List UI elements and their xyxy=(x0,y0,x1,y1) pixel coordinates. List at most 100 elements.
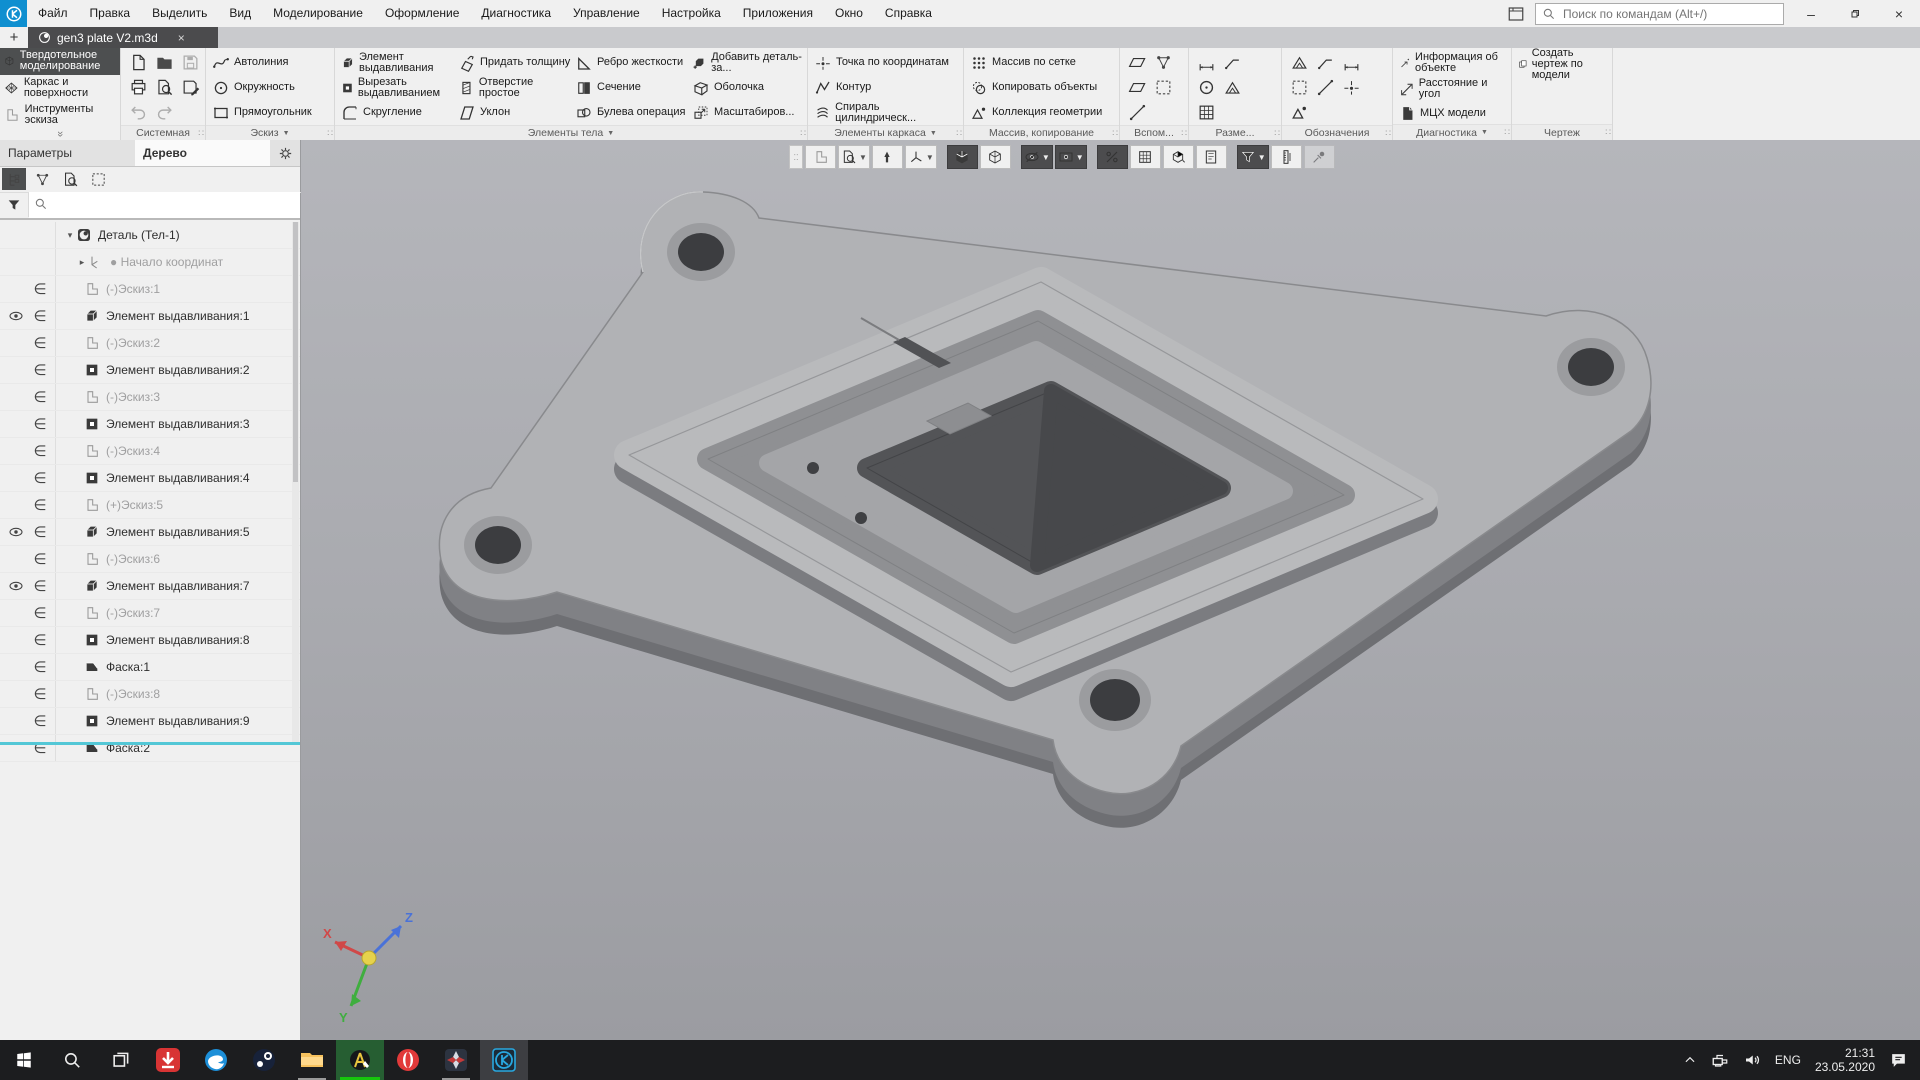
menu-view[interactable]: Вид xyxy=(218,0,262,27)
tree-view-sequence-button[interactable] xyxy=(30,168,54,190)
tool-autoline[interactable]: Автолиния xyxy=(210,50,314,75)
tool-object-info[interactable]: Информация об объекте xyxy=(1397,50,1507,76)
tool-rib[interactable]: Ребро жесткости xyxy=(573,50,690,75)
edge-browser-icon[interactable] xyxy=(192,1040,240,1080)
orientation-button[interactable] xyxy=(872,145,903,169)
measure-button[interactable] xyxy=(1271,145,1302,169)
notation-tolerance-icon[interactable] xyxy=(1290,78,1309,97)
start-button[interactable] xyxy=(0,1040,48,1080)
tool-simple-hole[interactable]: Отверстие простое xyxy=(456,75,573,100)
tab-tree[interactable]: Дерево xyxy=(135,140,270,166)
menu-window[interactable]: Окно xyxy=(824,0,874,27)
tool-cut-extrude[interactable]: Вырезать выдавливанием xyxy=(339,75,456,100)
aux-axis-icon[interactable] xyxy=(1128,103,1147,122)
minimize-button[interactable]: – xyxy=(1794,1,1828,26)
tray-chevron-icon[interactable] xyxy=(1683,1053,1697,1067)
taskbar-clock[interactable]: 21:31 23.05.2020 xyxy=(1815,1046,1875,1074)
save-icon[interactable] xyxy=(181,53,200,72)
tab-close-icon[interactable]: × xyxy=(178,31,185,45)
dim-grid-icon[interactable] xyxy=(1197,103,1216,122)
file-explorer-icon[interactable] xyxy=(288,1040,336,1080)
tree-item-extrude8[interactable]: ∈Элемент выдавливания:8 xyxy=(0,627,300,654)
new-tab-button[interactable]: + xyxy=(0,27,28,48)
cad-utility-app-icon[interactable] xyxy=(432,1040,480,1080)
tree-item-sketch4[interactable]: ∈(-)Эскиз:4 xyxy=(0,438,300,465)
tree-item-extrude5[interactable]: ∈Элемент выдавливания:5 xyxy=(0,519,300,546)
dim-angular-icon[interactable] xyxy=(1223,78,1242,97)
new-document-icon[interactable] xyxy=(129,53,148,72)
sheet-view-button[interactable] xyxy=(1196,145,1227,169)
tree-item-extrude4[interactable]: ∈Элемент выдавливания:4 xyxy=(0,465,300,492)
document-tab[interactable]: gen3 plate V2.m3d × xyxy=(28,27,218,48)
tree-item-sketch8[interactable]: ∈(-)Эскиз:8 xyxy=(0,681,300,708)
preview-icon[interactable] xyxy=(155,78,174,97)
task-view-button[interactable] xyxy=(96,1040,144,1080)
notation-mark-icon[interactable] xyxy=(1316,78,1335,97)
taskbar-search-button[interactable] xyxy=(48,1040,96,1080)
tree-item-sketch2[interactable]: ∈(-)Эскиз:2 xyxy=(0,330,300,357)
print-icon[interactable] xyxy=(129,78,148,97)
menu-help[interactable]: Справка xyxy=(874,0,943,27)
tree-search-input[interactable] xyxy=(29,192,300,218)
model-viewport[interactable]: ⁚⁚ ▼ ▼ ▼ ▼ ▼ xyxy=(301,140,1920,1040)
tool-grid-array[interactable]: Массив по сетке xyxy=(968,50,1104,75)
maximize-button[interactable] xyxy=(1838,1,1872,26)
notation-cone-icon[interactable] xyxy=(1290,103,1309,122)
menu-diagnostics[interactable]: Диагностика xyxy=(470,0,562,27)
eyedropper-button[interactable] xyxy=(1304,145,1335,169)
tree-item-extrude7[interactable]: ∈Элемент выдавливания:7 xyxy=(0,573,300,600)
app-logo-icon[interactable] xyxy=(0,0,27,27)
aux-local-system-icon[interactable] xyxy=(1154,53,1173,72)
tool-boolean[interactable]: Булева операция xyxy=(573,100,690,125)
menu-select[interactable]: Выделить xyxy=(141,0,218,27)
language-indicator[interactable]: ENG xyxy=(1775,1053,1801,1067)
clipping-button[interactable]: ▼ xyxy=(1055,145,1087,169)
command-search-input[interactable] xyxy=(1561,6,1777,22)
kompas-3d-taskbar-icon[interactable] xyxy=(480,1040,528,1080)
tree-root-part[interactable]: ▾ Деталь (Тел-1) xyxy=(0,222,300,249)
network-icon[interactable] xyxy=(1711,1051,1729,1069)
tool-contour[interactable]: Контур xyxy=(812,75,959,100)
tool-mass-properties[interactable]: МЦХ модели xyxy=(1397,102,1507,124)
grid-button[interactable] xyxy=(1130,145,1161,169)
save-as-icon[interactable] xyxy=(181,78,200,97)
tool-fillet[interactable]: Скругление xyxy=(339,100,456,125)
opera-browser-icon[interactable] xyxy=(384,1040,432,1080)
tree-item-extrude2[interactable]: ∈Элемент выдавливания:2 xyxy=(0,357,300,384)
tree-item-sketch3[interactable]: ∈(-)Эскиз:3 xyxy=(0,384,300,411)
tool-point-by-coords[interactable]: Точка по координатам xyxy=(812,50,959,75)
tool-distance-angle[interactable]: Расстояние и угол xyxy=(1397,76,1507,102)
tree-item-chamfer1[interactable]: ∈Фаска:1 xyxy=(0,654,300,681)
tree-item-extrude1[interactable]: ∈Элемент выдавливания:1 xyxy=(0,303,300,330)
redo-icon[interactable] xyxy=(155,103,174,122)
menu-applications[interactable]: Приложения xyxy=(732,0,824,27)
tree-item-sketch5[interactable]: ∈(+)Эскиз:5 xyxy=(0,492,300,519)
model-3d-plate[interactable] xyxy=(301,140,1920,1040)
menu-edit[interactable]: Правка xyxy=(79,0,142,27)
notation-datum-icon[interactable] xyxy=(1342,53,1361,72)
tree-origin[interactable]: ▸ ● Начало координат xyxy=(0,249,300,276)
menu-settings[interactable]: Настройка xyxy=(651,0,732,27)
mode-solid-modeling[interactable]: Твердотельное моделирование xyxy=(0,48,120,75)
dim-radial-icon[interactable] xyxy=(1197,78,1216,97)
menu-layout[interactable]: Оформление xyxy=(374,0,470,27)
tool-copy-objects[interactable]: Копировать объекты xyxy=(968,75,1104,100)
downloader-app-icon[interactable] xyxy=(144,1040,192,1080)
tree-item-sketch1[interactable]: ∈(-)Эскиз:1 xyxy=(0,276,300,303)
tree-item-sketch6[interactable]: ∈(-)Эскиз:6 xyxy=(0,546,300,573)
open-document-icon[interactable] xyxy=(155,53,174,72)
filter-button[interactable]: ▼ xyxy=(1237,145,1269,169)
tree-item-chamfer2[interactable]: ∈Фаска:2 xyxy=(0,735,300,762)
tree-item-extrude3[interactable]: ∈Элемент выдавливания:3 xyxy=(0,411,300,438)
menu-modeling[interactable]: Моделирование xyxy=(262,0,374,27)
tree-item-sketch7[interactable]: ∈(-)Эскиз:7 xyxy=(0,600,300,627)
notation-leader-icon[interactable] xyxy=(1316,53,1335,72)
tool-section[interactable]: Сечение xyxy=(573,75,690,100)
tree-scrollbar[interactable] xyxy=(292,222,299,742)
tree-view-structure-button[interactable] xyxy=(2,168,26,190)
tool-add-part[interactable]: Добавить деталь-за... xyxy=(690,50,807,75)
snap-button[interactable] xyxy=(1097,145,1128,169)
tree-view-relations-button[interactable] xyxy=(58,168,82,190)
green-a-app-icon[interactable] xyxy=(336,1040,384,1080)
undo-icon[interactable] xyxy=(129,103,148,122)
